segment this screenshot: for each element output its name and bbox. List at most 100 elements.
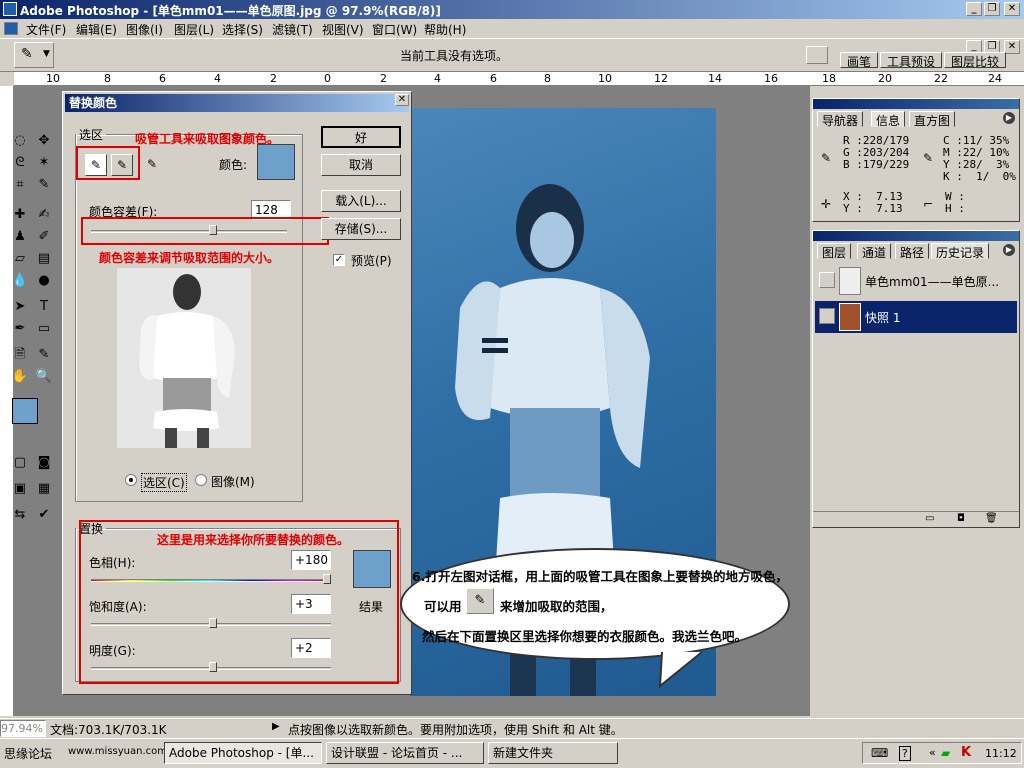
lightness-slider[interactable] xyxy=(91,662,331,672)
tray-expand-icon[interactable]: « xyxy=(929,746,936,759)
eraser-icon[interactable]: ▱ xyxy=(8,248,32,270)
tab-paths[interactable]: 路径 xyxy=(895,243,930,260)
close-button[interactable]: ✕ xyxy=(1004,2,1020,16)
save-button[interactable]: 存储(S)... xyxy=(321,218,401,240)
task-new-folder[interactable]: 新建文件夹 xyxy=(488,742,618,764)
tab-info[interactable]: 信息 xyxy=(871,111,906,128)
gradient-icon[interactable]: ▤ xyxy=(32,248,56,270)
ok-button[interactable]: 好 xyxy=(321,126,401,148)
dialog-close-button[interactable]: ✕ xyxy=(395,94,409,106)
magic-wand-icon[interactable]: ✶ xyxy=(32,152,56,174)
lasso-icon[interactable]: ᘓ xyxy=(8,152,32,174)
antivirus-icon[interactable]: K xyxy=(961,745,971,760)
dock-tab-layer-comps[interactable]: 图层比较 xyxy=(944,52,1007,69)
new-document-icon[interactable]: ▭ xyxy=(925,513,934,524)
menu-edit[interactable]: 编辑(E) xyxy=(76,21,117,38)
tab-navigator[interactable]: 导航器 xyxy=(817,111,864,128)
panel-menu-icon[interactable]: ▶ xyxy=(1003,112,1015,124)
notes-icon[interactable]: 🗎 xyxy=(8,344,32,366)
zoom-icon[interactable]: 🔍 xyxy=(32,366,56,388)
menu-image[interactable]: 图像(I) xyxy=(126,21,163,38)
menu-layer[interactable]: 图层(L) xyxy=(174,21,214,38)
file-browser-icon[interactable] xyxy=(806,46,828,64)
menu-window[interactable]: 窗口(W) xyxy=(372,21,417,38)
eyedropper-minus-button[interactable]: ✎ xyxy=(141,154,163,176)
document-size[interactable]: 文档:703.1K/703.1K xyxy=(50,721,167,738)
help-icon[interactable]: ? xyxy=(899,746,911,761)
dock-tab-tool-presets[interactable]: 工具预设 xyxy=(880,52,943,69)
crop-icon[interactable]: ⌗ xyxy=(8,174,32,196)
foreground-color-swatch[interactable] xyxy=(12,398,38,424)
path-select-icon[interactable]: ➤ xyxy=(8,296,32,318)
radio-image[interactable] xyxy=(195,474,207,486)
saturation-slider-thumb[interactable] xyxy=(209,618,218,628)
lightness-slider-thumb[interactable] xyxy=(209,662,218,672)
history-source-checkbox[interactable] xyxy=(819,308,835,324)
restore-button[interactable]: ❐ xyxy=(984,2,1000,16)
dock-tab-brushes[interactable]: 画笔 xyxy=(840,52,879,69)
tool-preset-picker[interactable]: ✎ ▼ xyxy=(14,42,54,68)
history-brush-source-icon[interactable] xyxy=(819,272,835,288)
network-icon[interactable]: ▰ xyxy=(941,746,950,760)
radio-image-label[interactable]: 图像(M) xyxy=(211,473,255,490)
zoom-level-field[interactable]: 97.94% xyxy=(0,720,46,737)
tab-history[interactable]: 历史记录 xyxy=(931,243,990,260)
shape-icon[interactable]: ▭ xyxy=(32,318,56,340)
brush-icon[interactable]: ✍ xyxy=(32,204,56,226)
cancel-button[interactable]: 取消 xyxy=(321,154,401,176)
clone-stamp-icon[interactable]: ♟ xyxy=(8,226,32,248)
type-icon[interactable]: T xyxy=(32,296,56,318)
tab-channels[interactable]: 通道 xyxy=(857,243,892,260)
tab-layers[interactable]: 图层 xyxy=(817,243,852,260)
checkmark-icon[interactable]: ✔ xyxy=(32,504,56,526)
pen-icon[interactable]: ✒ xyxy=(8,318,32,340)
quicklaunch-website[interactable]: www.missyuan.com xyxy=(68,746,167,757)
saturation-input[interactable]: +3 xyxy=(291,594,331,614)
jump-to-imageready-icon[interactable]: ⇆ xyxy=(8,504,32,526)
history-brush-icon[interactable]: ✐ xyxy=(32,226,56,248)
eyedropper-tool-icon[interactable]: ✎ xyxy=(32,344,56,366)
menu-view[interactable]: 视图(V) xyxy=(322,21,364,38)
hue-slider[interactable] xyxy=(91,574,331,584)
keyboard-icon[interactable]: ⌨ xyxy=(871,746,888,760)
quicklaunch-forum[interactable]: 思缘论坛 xyxy=(4,745,52,762)
hand-icon[interactable]: ✋ xyxy=(8,366,32,388)
snapshot-icon[interactable]: ◘ xyxy=(957,513,965,524)
result-color-swatch[interactable] xyxy=(353,550,391,588)
quick-mask-icon[interactable]: ◙ xyxy=(32,452,56,474)
blur-icon[interactable]: 💧 xyxy=(8,270,32,292)
menu-file[interactable]: 文件(F) xyxy=(26,21,66,38)
standard-mode-icon[interactable]: ▢ xyxy=(8,452,32,474)
healing-brush-icon[interactable]: ✚ xyxy=(8,204,32,226)
menu-help[interactable]: 帮助(H) xyxy=(424,21,466,38)
task-photoshop[interactable]: Adobe Photoshop - [单... xyxy=(164,742,322,764)
history-item-snapshot[interactable]: 快照 1 xyxy=(815,301,1017,333)
task-forum-browser[interactable]: 设计联盟 - 论坛首页 - ... xyxy=(326,742,484,764)
hue-slider-thumb[interactable] xyxy=(323,574,331,584)
radio-selection[interactable] xyxy=(125,474,137,486)
trash-icon[interactable]: 🗑 xyxy=(985,513,998,524)
tab-histogram[interactable]: 直方图 xyxy=(909,111,956,128)
preview-checkbox[interactable]: ✓ xyxy=(333,254,345,266)
saturation-slider[interactable] xyxy=(91,618,331,628)
picked-color-swatch[interactable] xyxy=(257,144,295,180)
hue-input[interactable]: +180 xyxy=(291,550,331,570)
dodge-icon[interactable]: ● xyxy=(32,270,56,292)
panel-menu-icon[interactable]: ▶ xyxy=(1003,244,1015,256)
full-screen-icon[interactable]: ▦ xyxy=(32,478,56,500)
document-icon[interactable] xyxy=(4,22,18,35)
slice-icon[interactable]: ✎ xyxy=(32,174,56,196)
status-arrow-icon[interactable]: ▶ xyxy=(272,721,280,732)
history-item-source[interactable]: 单色mm01——单色原... xyxy=(815,265,1017,297)
lightness-input[interactable]: +2 xyxy=(291,638,331,658)
callout-tail xyxy=(658,651,703,689)
load-button[interactable]: 载入(L)... xyxy=(321,190,401,212)
minimize-button[interactable]: _ xyxy=(966,2,982,16)
preview-label[interactable]: 预览(P) xyxy=(351,252,392,269)
menu-select[interactable]: 选择(S) xyxy=(222,21,263,38)
radio-selection-label[interactable]: 选区(C) xyxy=(141,473,187,492)
move-icon[interactable]: ✥ xyxy=(32,130,56,152)
menu-filter[interactable]: 滤镜(T) xyxy=(272,21,313,38)
screen-mode-icon[interactable]: ▣ xyxy=(8,478,32,500)
marquee-icon[interactable]: ◌ xyxy=(8,130,32,152)
